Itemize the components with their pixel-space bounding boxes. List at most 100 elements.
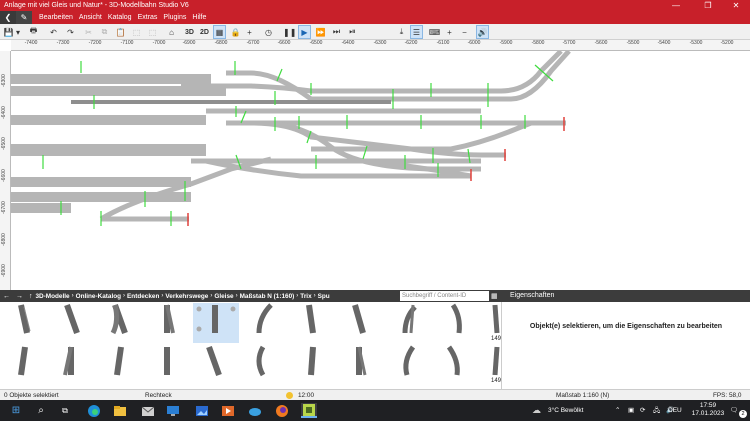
menu-extras[interactable]: Extras <box>138 14 158 21</box>
grid-icon[interactable]: ▦ <box>213 25 226 39</box>
mail-icon[interactable] <box>140 403 156 418</box>
catalog-item[interactable]: 14951 <box>97 345 174 385</box>
selection-shape[interactable]: Rechteck <box>145 392 172 399</box>
modellbahn-studio-taskbar-icon[interactable] <box>301 403 317 418</box>
breadcrumb-online-katalog[interactable]: Online-Katalog <box>76 293 121 300</box>
cut-icon[interactable]: ✂ <box>82 25 95 39</box>
track-piece-icon <box>196 305 236 333</box>
add-icon[interactable]: + <box>243 25 256 39</box>
download-icon[interactable]: ⤓ <box>395 25 408 39</box>
tray-chevron-icon[interactable]: ⌃ <box>615 400 620 421</box>
catalog-item[interactable]: 14937 <box>1 345 78 385</box>
catalog-item[interactable]: 14959 <box>241 345 318 385</box>
back-button[interactable]: ❮ <box>0 11 16 24</box>
remote-desktop-icon[interactable] <box>165 403 181 418</box>
catalog-item[interactable]: 1497 <box>481 345 501 385</box>
menu-bearbeiten[interactable]: Bearbeiten <box>39 14 73 21</box>
catalog-item[interactable]: 14963 <box>337 303 414 343</box>
view-2d-button[interactable]: 2D <box>198 25 211 39</box>
menu-hilfe[interactable]: Hilfe <box>192 14 206 21</box>
step-icon[interactable]: ⏯ <box>346 25 359 39</box>
menu-plugins[interactable]: Plugins <box>163 14 186 21</box>
catalog-item[interactable]: 14966 <box>337 345 414 385</box>
catalog-item[interactable]: 14961 <box>289 345 366 385</box>
catalog-item[interactable]: 14968 <box>385 345 462 385</box>
breadcrumb-spur[interactable]: Spu <box>318 293 330 300</box>
media-player-icon[interactable] <box>220 403 236 418</box>
catalog-item[interactable]: 14970 <box>433 303 501 343</box>
tray-clock[interactable]: 17:59 17.01.2023 <box>690 402 726 418</box>
ungroup-icon[interactable]: ⬚ <box>146 25 159 39</box>
breadcrumb-3d-modelle[interactable]: 3D-Modelle <box>36 293 70 300</box>
breadcrumb-verkehrswege[interactable]: Verkehrswege <box>165 293 208 300</box>
undo-icon[interactable]: ↶ <box>47 25 60 39</box>
redo-icon[interactable]: ↷ <box>64 25 77 39</box>
nav-back-icon[interactable]: ← <box>3 293 10 300</box>
catalog-item[interactable]: 14938 <box>49 303 126 343</box>
task-view-icon[interactable]: ⧉ <box>57 403 73 418</box>
menu-katalog[interactable]: Katalog <box>108 14 132 21</box>
catalog-item[interactable]: 14954 <box>145 345 222 385</box>
track-layout-canvas[interactable] <box>11 51 750 290</box>
catalog-item-selected[interactable]: 14955 <box>193 303 270 343</box>
breadcrumb-massstab-n[interactable]: Maßstab N (1:160) <box>240 293 295 300</box>
nav-forward-icon[interactable]: → <box>16 293 23 300</box>
edit-mode-button[interactable]: ✎ <box>16 11 32 24</box>
view-3d-button[interactable]: 3D <box>183 25 196 39</box>
keyboard-icon[interactable]: ⌨ <box>428 25 441 39</box>
breadcrumb-entdecken[interactable]: Entdecken <box>127 293 159 300</box>
paste-icon[interactable]: 📋 <box>114 25 127 39</box>
catalog-item[interactable]: 14957 <box>241 303 318 343</box>
sound-icon[interactable]: 🔊 <box>476 25 489 39</box>
catalog-item[interactable]: 14953 <box>145 303 222 343</box>
catalog-item[interactable]: 14940 <box>97 303 174 343</box>
notification-icon[interactable]: 🗨 <box>730 400 738 421</box>
fast-forward-icon[interactable]: ⏩ <box>314 25 327 39</box>
catalog-item[interactable]: 14956 <box>193 345 270 385</box>
zoom-in-icon[interactable]: + <box>443 25 456 39</box>
track-piece-icon <box>352 304 366 334</box>
tray-sync-icon[interactable]: ⟳ <box>640 400 645 421</box>
catalog-item[interactable]: 14971 <box>433 345 501 385</box>
edge-icon[interactable] <box>86 403 102 418</box>
photos-icon[interactable] <box>194 403 210 418</box>
search-icon[interactable]: ⌕ <box>33 403 49 418</box>
ruler-label: -5200 <box>720 40 734 46</box>
maximize-button[interactable]: ❐ <box>694 0 722 11</box>
group-icon[interactable]: ⬚ <box>130 25 143 39</box>
input-language[interactable]: DEU <box>668 400 682 421</box>
catalog-item[interactable]: 14960 <box>289 303 366 343</box>
copy-icon[interactable]: ⧉ <box>98 25 111 39</box>
clock-icon[interactable]: ◷ <box>262 25 275 39</box>
breadcrumb-gleise[interactable]: Gleise <box>214 293 233 300</box>
cloud-app-icon[interactable] <box>247 403 263 418</box>
minimize-button[interactable]: — <box>662 0 690 11</box>
weather-text[interactable]: 3°C Bewölkt <box>548 400 583 421</box>
catalog-item[interactable]: 14967 <box>385 303 462 343</box>
save-dropdown-icon[interactable]: ▾ <box>14 25 22 39</box>
tray-app-icon[interactable]: ▣ <box>628 400 634 421</box>
layers-icon[interactable]: ☰ <box>410 25 423 39</box>
menu-bar: ❮ ✎ Bearbeiten Ansicht Katalog Extras Pl… <box>0 11 750 24</box>
catalog-item[interactable]: 1497 <box>481 303 501 343</box>
grid-view-icon[interactable]: ▦ <box>491 292 498 300</box>
file-explorer-icon[interactable] <box>112 403 128 418</box>
pause-icon[interactable]: ❚❚ <box>283 25 296 39</box>
nav-up-icon[interactable]: ↑ <box>29 293 33 300</box>
lock-icon[interactable]: 🔒 <box>229 25 242 39</box>
camera-home-icon[interactable]: ⌂ <box>165 25 178 39</box>
catalog-item[interactable]: 14939 <box>49 345 126 385</box>
zoom-out-icon[interactable]: − <box>458 25 471 39</box>
close-button[interactable]: ✕ <box>722 0 750 11</box>
catalog-search-input[interactable]: Suchbegriff / Content-ID <box>400 291 489 301</box>
windows-start-icon[interactable]: ⊞ <box>8 403 24 418</box>
print-icon[interactable]: 🖶 <box>27 25 40 39</box>
network-icon[interactable]: 🖧 <box>653 400 660 421</box>
breadcrumb-trix[interactable]: Trix <box>300 293 311 300</box>
firefox-icon[interactable] <box>274 403 290 418</box>
menu-ansicht[interactable]: Ansicht <box>79 14 102 21</box>
play-icon[interactable]: ▶ <box>298 25 311 39</box>
ruler-label: -5900 <box>499 40 513 46</box>
catalog-item[interactable]: 14936 <box>1 303 78 343</box>
faster-icon[interactable]: ⏭ <box>330 25 343 39</box>
